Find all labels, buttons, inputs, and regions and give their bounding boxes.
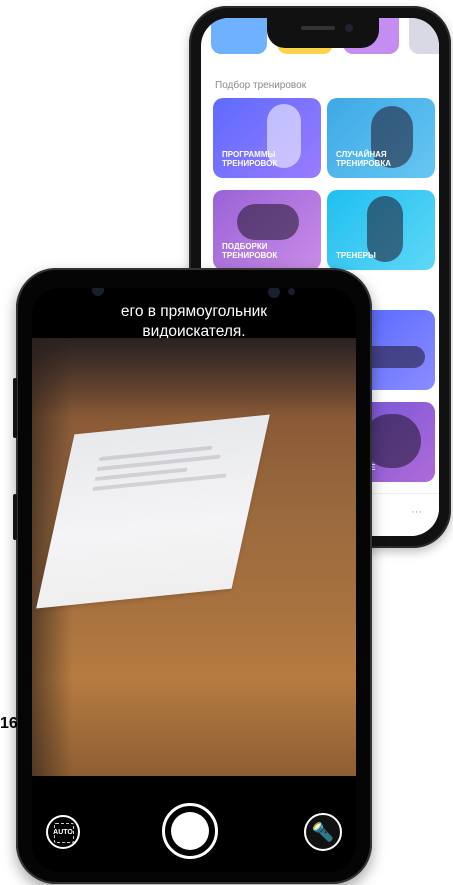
stray-text: 16 — [0, 715, 18, 732]
auto-capture-button[interactable]: AUTO — [46, 815, 80, 849]
more-icon[interactable]: ··· — [411, 506, 422, 518]
tile-label: СЛУЧАЙНАЯ ТРЕНИРОВКА — [336, 150, 391, 168]
tile-label: ПОДБОРКИ ТРЕНИРОВОК — [222, 242, 278, 260]
auto-frame-icon — [54, 823, 74, 843]
scan-hint: его в прямоугольник видоискателя. — [32, 302, 356, 342]
sensor-icon — [92, 288, 104, 296]
document-sheet — [36, 414, 270, 609]
flashlight-icon: 🔦 — [311, 821, 335, 842]
tile-random[interactable]: СЛУЧАЙНАЯ ТРЕНИРОВКА — [327, 98, 435, 178]
volume-button — [13, 378, 17, 438]
tile-programs[interactable]: ПРОГРАММЫ ТРЕНИРОВОК — [213, 98, 321, 178]
shutter-button[interactable] — [162, 803, 218, 859]
scanner-phone: его в прямоугольник видоискателя. AUTO 🔦 — [13, 268, 372, 884]
section-title: Подбор тренировок — [215, 80, 307, 91]
bixby-button — [13, 494, 17, 540]
sensor-icon — [288, 288, 295, 295]
phone-notch — [267, 18, 379, 48]
camera-screen: его в прямоугольник видоискателя. AUTO 🔦 — [32, 288, 356, 872]
tile-collections[interactable]: ПОДБОРКИ ТРЕНИРОВОК — [213, 190, 321, 270]
athlete-image — [237, 204, 299, 240]
speaker-icon — [301, 26, 335, 30]
tile-label: ТРЕНЕРЫ — [336, 251, 376, 260]
carousel-card[interactable] — [409, 18, 439, 54]
viewfinder-shadow — [32, 338, 356, 418]
flashlight-button[interactable]: 🔦 — [304, 813, 342, 851]
front-camera-icon — [345, 24, 353, 32]
tile-label: ПРОГРАММЫ ТРЕНИРОВОК — [222, 150, 278, 168]
front-camera-icon — [268, 288, 280, 298]
camera-viewfinder[interactable] — [32, 338, 356, 776]
hint-line: его в прямоугольник — [120, 303, 268, 320]
carousel-card[interactable] — [211, 18, 267, 54]
shutter-inner — [171, 812, 209, 850]
camera-controls: AUTO 🔦 — [32, 777, 356, 872]
tile-trainers[interactable]: ТРЕНЕРЫ — [327, 190, 435, 270]
